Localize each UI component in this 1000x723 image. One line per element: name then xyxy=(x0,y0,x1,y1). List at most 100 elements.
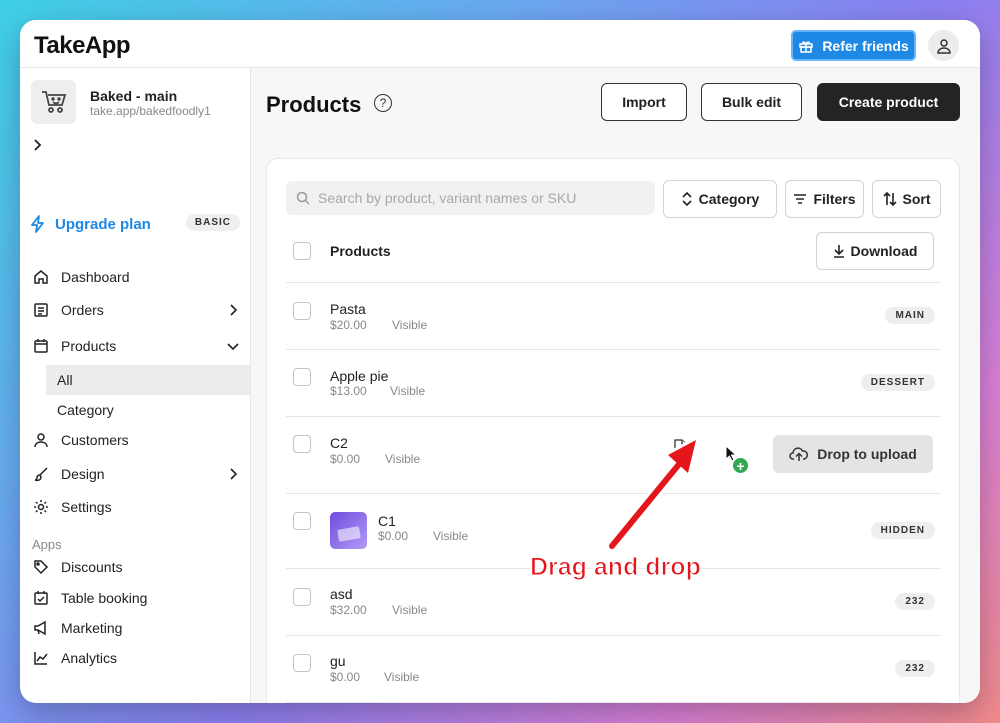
product-visibility: Visible xyxy=(385,452,421,466)
main-content: Products ? Import Bulk edit Create produ… xyxy=(251,68,980,703)
gear-icon xyxy=(34,500,48,514)
sort-button[interactable]: Sort xyxy=(872,180,941,218)
table-row[interactable]: Apple pie $13.00 Visible DESSERT xyxy=(267,350,959,416)
product-name: C1 xyxy=(378,513,396,529)
sidebar-item-label: Orders xyxy=(61,302,104,318)
sidebar-item-marketing[interactable]: Marketing xyxy=(20,613,250,643)
refer-friends-button[interactable]: Refer friends xyxy=(791,30,916,61)
sidebar: Baked - main take.app/bakedfoodly1 Upgra… xyxy=(20,68,251,703)
import-button[interactable]: Import xyxy=(601,83,687,121)
category-button[interactable]: Category xyxy=(663,180,777,218)
chevron-right-icon xyxy=(230,468,238,480)
category-label: Category xyxy=(698,191,760,207)
product-price: $13.00 xyxy=(330,384,367,398)
file-icon xyxy=(674,439,687,455)
megaphone-icon xyxy=(34,620,46,636)
table-row[interactable]: gu $0.00 Visible 232 xyxy=(267,636,959,702)
sidebar-item-settings[interactable]: Settings xyxy=(20,492,250,522)
app-logo[interactable]: TakeApp xyxy=(34,32,131,60)
annotation-text: Drag and drop xyxy=(530,553,702,582)
help-icon[interactable]: ? xyxy=(374,94,392,112)
product-price: $20.00 xyxy=(330,318,367,332)
product-thumbnail xyxy=(330,512,367,549)
product-visibility: Visible xyxy=(392,318,428,332)
sidebar-item-customers[interactable]: Customers xyxy=(20,425,250,455)
row-checkbox[interactable] xyxy=(293,368,311,386)
filter-icon xyxy=(794,194,807,204)
filters-label: Filters xyxy=(813,191,856,207)
sidebar-item-label: Design xyxy=(61,466,105,482)
download-icon xyxy=(833,245,844,258)
sidebar-item-label: Marketing xyxy=(61,620,123,636)
search-input[interactable] xyxy=(318,190,638,206)
product-visibility: Visible xyxy=(392,603,428,617)
sidebar-subitem-category[interactable]: Category xyxy=(46,395,250,425)
drop-upload-zone[interactable]: Drop to upload xyxy=(773,435,933,473)
row-checkbox[interactable] xyxy=(293,654,311,672)
chevron-right-icon[interactable] xyxy=(30,138,44,152)
chevron-right-icon xyxy=(230,304,238,316)
store-url: take.app/bakedfoodly1 xyxy=(90,104,211,118)
download-label: Download xyxy=(850,243,918,259)
up-down-chevron-icon xyxy=(682,192,692,206)
page-title: Products xyxy=(266,92,362,117)
search-icon xyxy=(296,191,310,205)
row-checkbox[interactable] xyxy=(293,302,311,320)
orders-icon xyxy=(34,303,48,317)
product-price: $32.00 xyxy=(330,603,367,617)
create-product-button[interactable]: Create product xyxy=(817,83,960,121)
person-icon xyxy=(34,433,48,448)
sidebar-subitem-all[interactable]: All xyxy=(46,365,250,395)
sidebar-item-analytics[interactable]: Analytics xyxy=(20,643,250,673)
sidebar-item-table-booking[interactable]: Table booking xyxy=(20,583,250,613)
sidebar-subitem-label: Category xyxy=(57,402,114,418)
divider xyxy=(286,702,941,703)
chart-line-icon xyxy=(34,652,48,665)
bulk-edit-button[interactable]: Bulk edit xyxy=(701,83,802,121)
product-name: Pasta xyxy=(330,301,366,317)
sidebar-item-dashboard[interactable]: Dashboard xyxy=(20,262,250,292)
upgrade-plan-link[interactable]: Upgrade plan BASIC xyxy=(30,212,240,236)
plus-icon: + xyxy=(732,457,749,474)
search-bar[interactable] xyxy=(286,181,655,215)
calendar-check-icon xyxy=(34,591,48,605)
plan-badge: BASIC xyxy=(185,214,240,231)
row-checkbox[interactable] xyxy=(293,588,311,606)
sidebar-subitem-label: All xyxy=(57,372,73,388)
filters-button[interactable]: Filters xyxy=(785,180,864,218)
top-bar: TakeApp Refer friends xyxy=(20,20,980,68)
sidebar-item-orders[interactable]: Orders xyxy=(20,295,250,325)
row-checkbox[interactable] xyxy=(293,435,311,453)
sidebar-item-products[interactable]: Products xyxy=(20,331,250,361)
store-switcher[interactable]: Baked - main take.app/bakedfoodly1 xyxy=(31,80,241,124)
sidebar-item-design[interactable]: Design xyxy=(20,459,250,489)
product-name: asd xyxy=(330,586,353,602)
product-visibility: Visible xyxy=(390,384,426,398)
products-card: Category Filters Sort Products Download … xyxy=(266,158,960,703)
sidebar-item-label: Customers xyxy=(61,432,129,448)
select-all-checkbox[interactable] xyxy=(293,242,311,260)
cloud-upload-icon xyxy=(789,447,809,461)
brush-icon xyxy=(34,467,48,482)
sidebar-item-label: Analytics xyxy=(61,650,118,666)
product-price: $0.00 xyxy=(330,452,361,466)
table-row[interactable]: Pasta $20.00 Visible MAIN xyxy=(267,283,959,349)
cart-icon xyxy=(41,91,66,113)
category-tag: 232 xyxy=(895,593,935,610)
sort-label: Sort xyxy=(902,191,931,207)
download-button[interactable]: Download xyxy=(816,232,934,270)
store-name: Baked - main xyxy=(90,88,178,104)
sidebar-item-label: Dashboard xyxy=(61,269,130,285)
upgrade-plan-label: Upgrade plan xyxy=(55,215,151,233)
product-price: $0.00 xyxy=(378,529,409,543)
row-checkbox[interactable] xyxy=(293,512,311,530)
home-icon xyxy=(34,270,48,284)
account-button[interactable] xyxy=(928,30,959,61)
chevron-down-icon xyxy=(227,343,239,351)
category-tag: 232 xyxy=(895,660,935,677)
sidebar-item-discounts[interactable]: Discounts xyxy=(20,552,250,582)
product-name: gu xyxy=(330,653,346,669)
sidebar-item-label: Settings xyxy=(61,499,112,515)
table-header-label: Products xyxy=(330,243,391,259)
product-visibility: Visible xyxy=(433,529,469,543)
